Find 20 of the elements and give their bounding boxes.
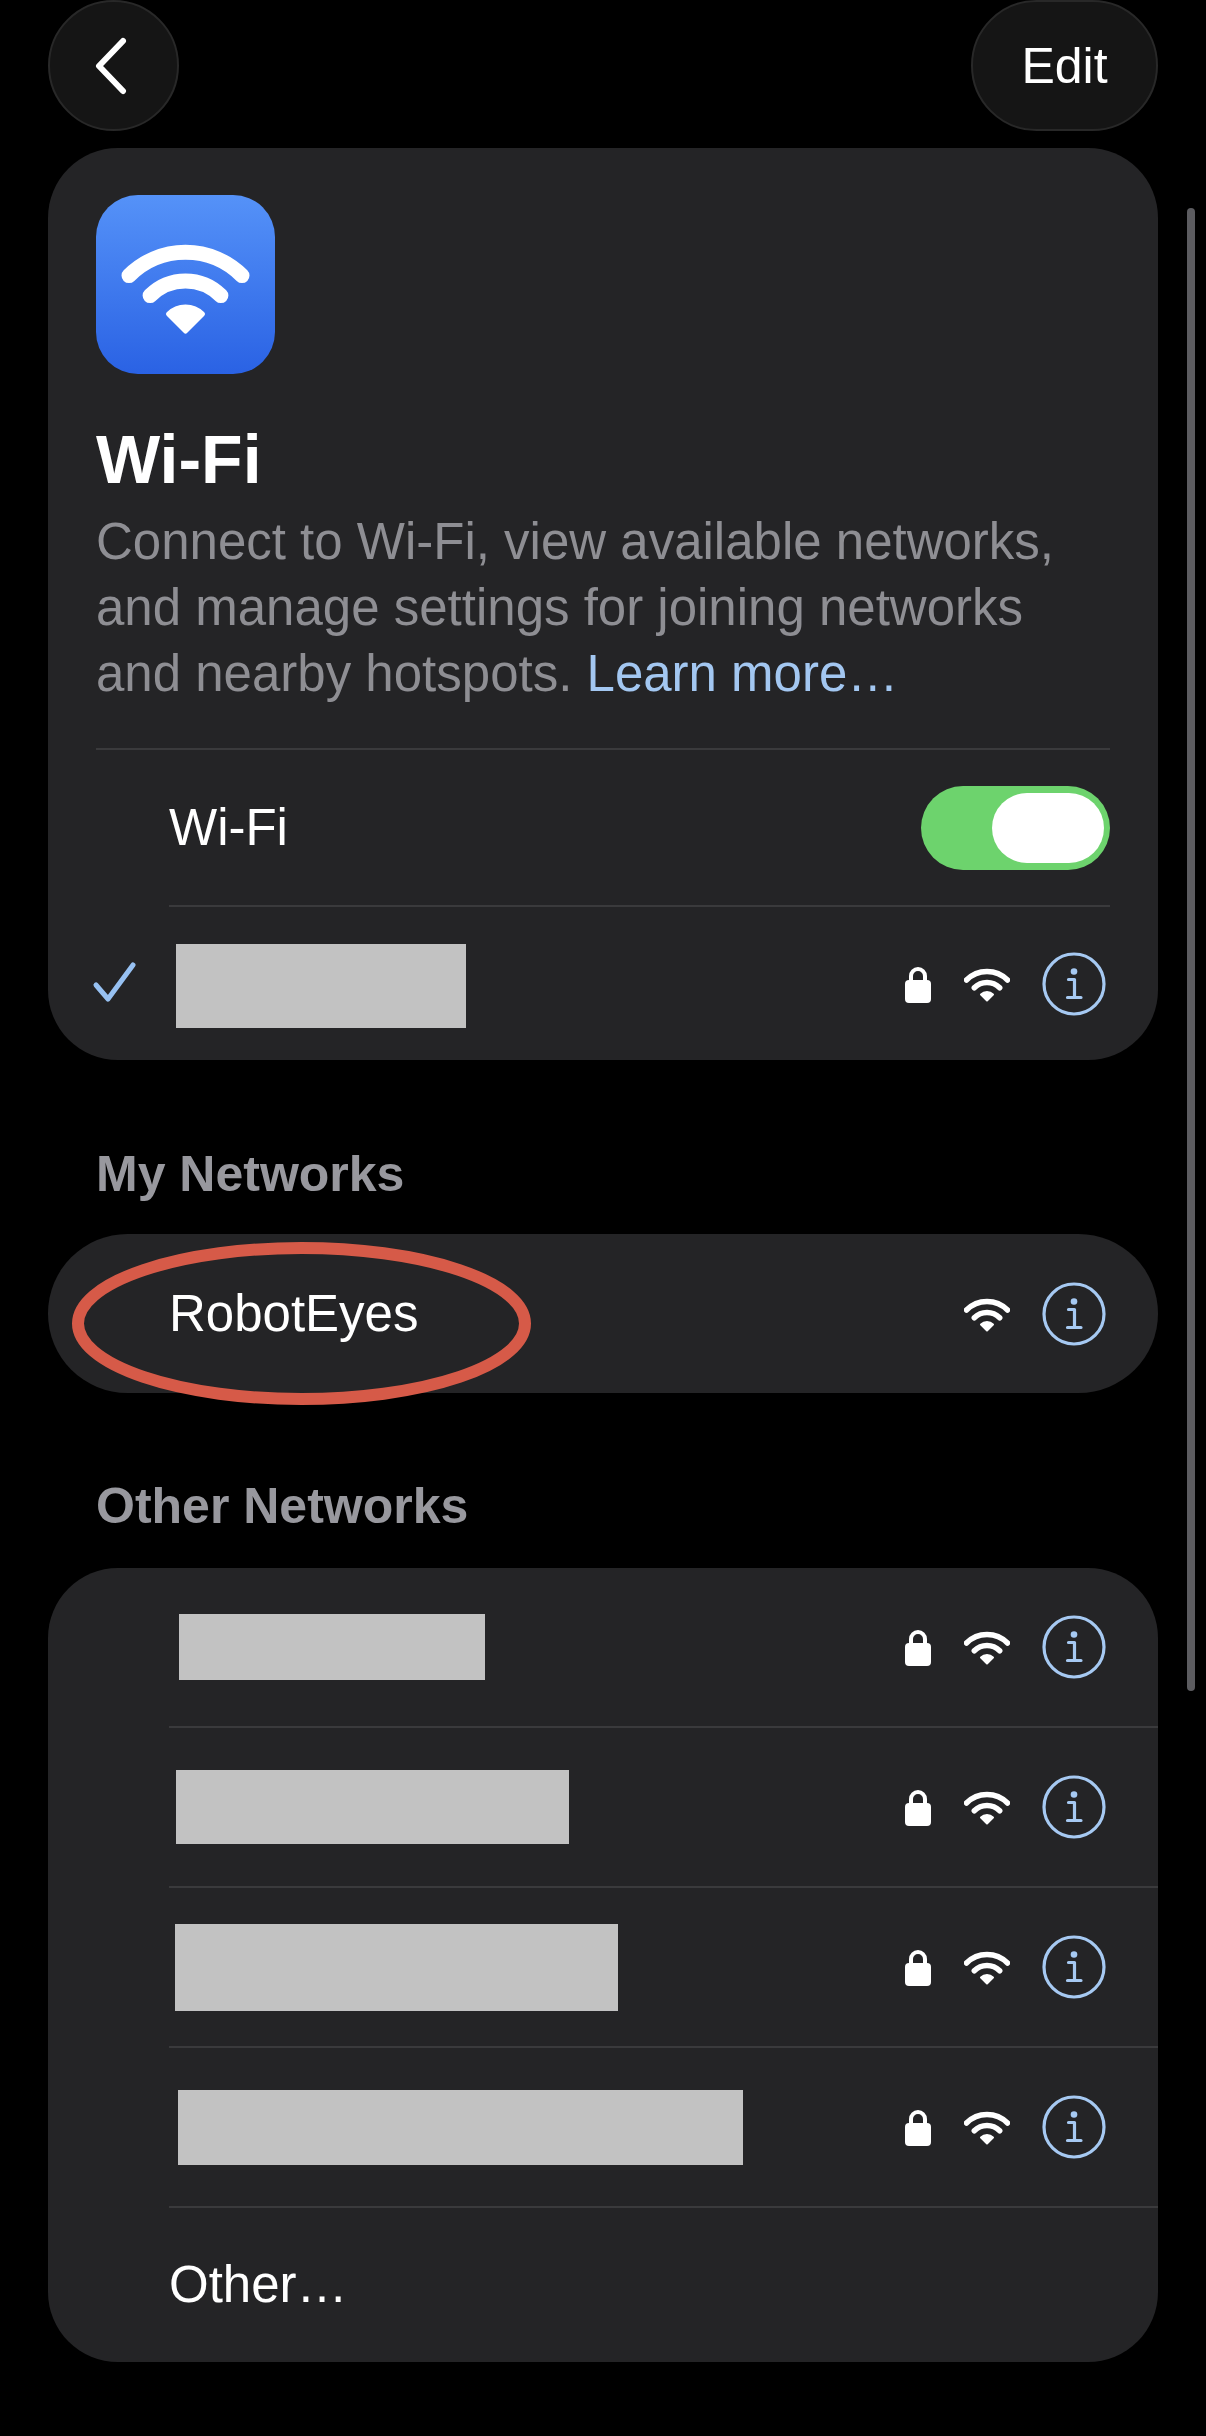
toggle-label: Wi-Fi (169, 797, 288, 858)
other-network-item[interactable]: Other… (169, 2255, 348, 2315)
learn-more-link[interactable]: Learn more… (586, 645, 899, 702)
section-header: My Networks (96, 1145, 405, 1204)
info-icon[interactable] (1042, 951, 1106, 1016)
wifi-signal-icon (964, 2109, 1010, 2145)
page-title: Wi-Fi (96, 420, 262, 499)
section-header: Other Networks (96, 1477, 469, 1536)
wifi-signal-icon (964, 1789, 1010, 1825)
info-icon[interactable] (1042, 2095, 1106, 2159)
info-icon[interactable] (1042, 1615, 1106, 1679)
edit-button[interactable]: Edit (971, 0, 1158, 131)
info-icon[interactable] (1042, 1281, 1106, 1346)
description-text: Connect to Wi-Fi, view available networks, and manage settings for joining networks and nearby hotspots. Learn more… (96, 512, 1056, 704)
info-icon[interactable] (1042, 1935, 1106, 1999)
wifi-signal-icon (964, 1949, 1010, 1985)
wifi-signal-icon (964, 1629, 1010, 1665)
chevron-left-icon (93, 36, 128, 95)
info-icon[interactable] (1042, 1775, 1106, 1839)
wifi-app-icon (96, 195, 275, 374)
